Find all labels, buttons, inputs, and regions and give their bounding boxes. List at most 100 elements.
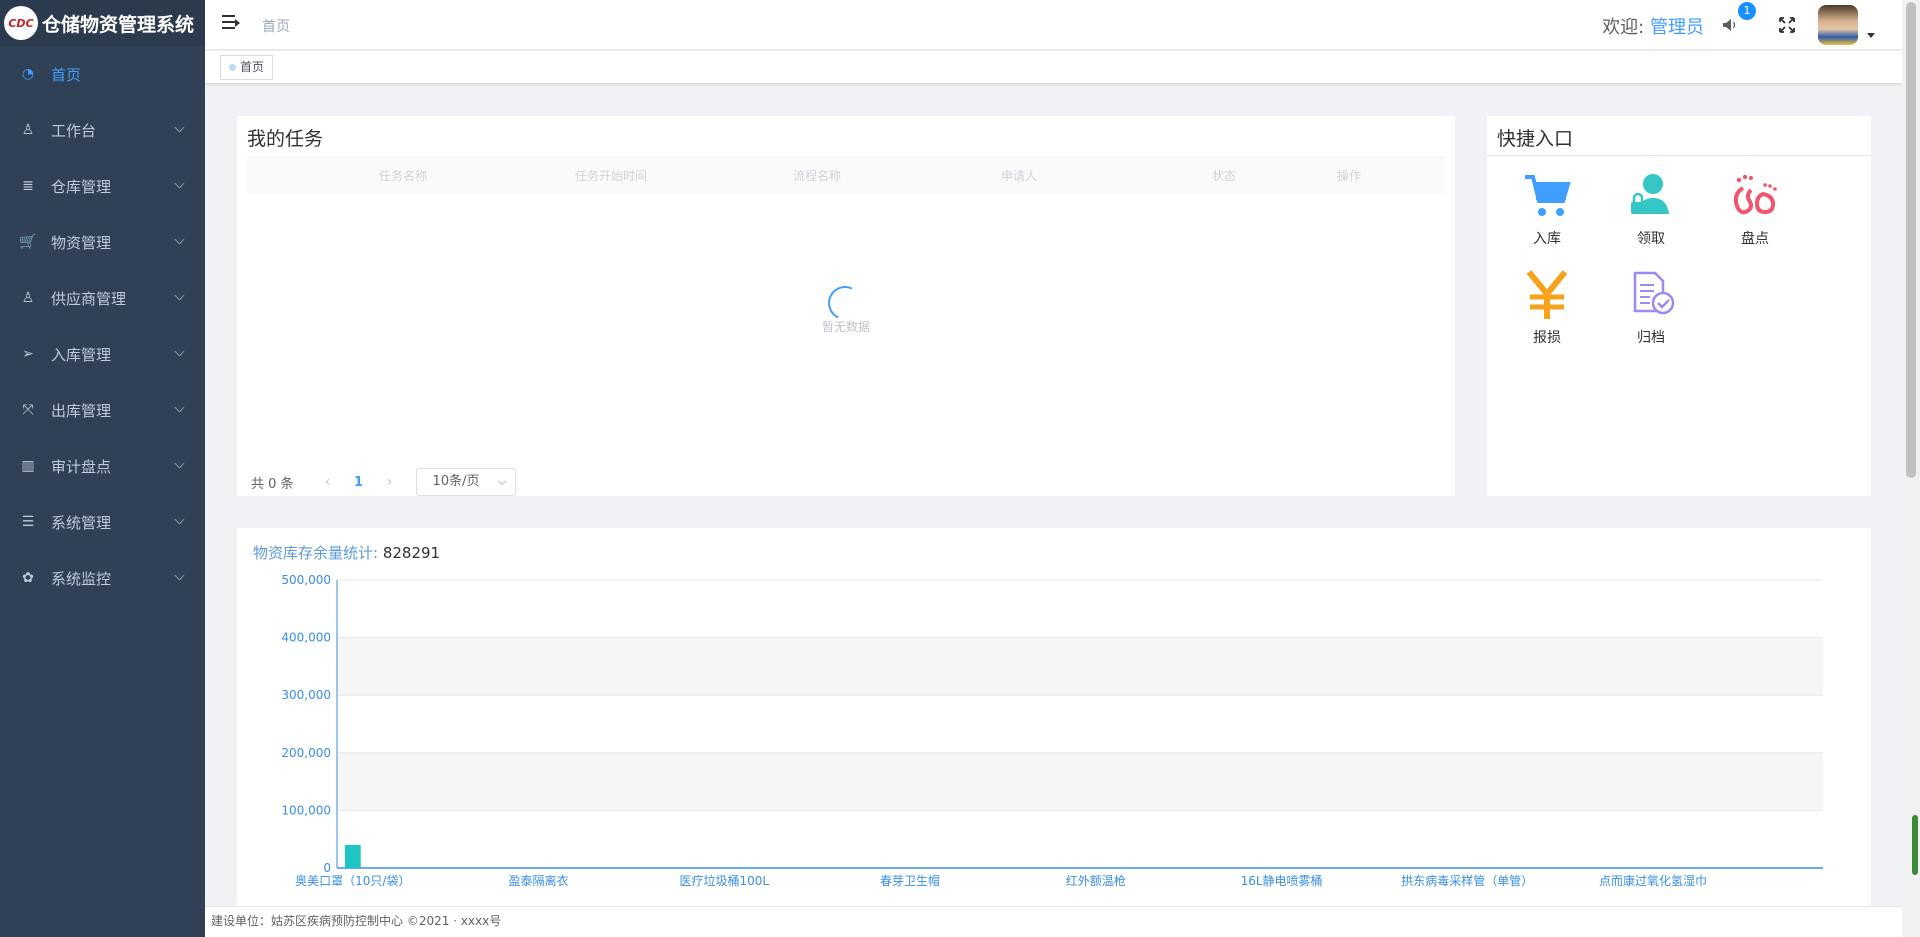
- x-tick-label: 盈泰隔离衣: [509, 873, 569, 888]
- sidebar-item-label: 物资管理: [51, 233, 112, 252]
- send-icon: ➢: [22, 346, 34, 362]
- quick-inventory-check[interactable]: 盘点: [1715, 170, 1795, 248]
- sidebar: CDC 仓储物资管理系统 ◔ 首页 ♙ 工作台 ≣ 仓库管理 🛒 物资管理 ♙ 供应商管理 ➢ 入库管…: [0, 0, 205, 937]
- grid-band: [337, 752, 1823, 811]
- y-tick-label: 400,000: [281, 631, 331, 645]
- avatar[interactable]: [1818, 5, 1858, 45]
- prev-page-icon[interactable]: ‹: [314, 474, 342, 490]
- gear-icon: ✿: [22, 570, 34, 586]
- page-scrollbar[interactable]: [1902, 0, 1920, 937]
- quick-archive[interactable]: 归档: [1611, 269, 1691, 347]
- sidebar-item-0[interactable]: ◔ 首页: [0, 46, 205, 102]
- sidebar-item-6[interactable]: ⤧ 出库管理: [0, 382, 205, 438]
- sidebar-item-4[interactable]: ♙ 供应商管理: [0, 270, 205, 326]
- footer: 建设单位：姑苏区疾病预防控制中心 ©2021 · xxxx号: [205, 906, 1902, 937]
- next-page-icon[interactable]: ›: [376, 474, 404, 490]
- chevron-down-icon: [174, 514, 185, 525]
- y-tick-label: 100,000: [281, 803, 331, 817]
- sidebar-item-label: 首页: [51, 65, 82, 84]
- logo[interactable]: CDC 仓储物资管理系统: [0, 0, 205, 46]
- sidebar-item-label: 系统监控: [51, 569, 112, 588]
- y-tick-label: 500,000: [281, 573, 331, 587]
- chevron-down-icon: [174, 178, 185, 189]
- y-tick-label: 0: [323, 861, 331, 875]
- quick-inbound-label: 入库: [1533, 231, 1561, 247]
- fullscreen-icon[interactable]: [1778, 16, 1796, 34]
- yen-icon: [1526, 270, 1568, 319]
- speaker-notification-icon[interactable]: [1721, 16, 1739, 34]
- inventory-bar-chart: 0 100,000 200,000 300,000 400,000 500,000 奥美口罩…: [281, 573, 1823, 888]
- expand-icon: ⤧: [22, 402, 34, 418]
- sidebar-item-5[interactable]: ➢ 入库管理: [0, 326, 205, 382]
- divider: [1487, 155, 1871, 156]
- bar[interactable]: [344, 844, 361, 868]
- sidebar-item-1[interactable]: ♙ 工作台: [0, 102, 205, 158]
- page-number[interactable]: 1: [342, 475, 376, 490]
- quick-inbound[interactable]: 入库: [1507, 170, 1587, 248]
- my-tasks-title: 我的任务: [247, 128, 324, 150]
- chevron-down-icon: [174, 346, 185, 357]
- username-link[interactable]: 管理员: [1650, 17, 1704, 38]
- list-icon: ☰: [21, 514, 35, 530]
- chart-title: 物资库存余量统计: 828291: [253, 542, 440, 563]
- col-task-name: 任务名称: [379, 169, 428, 183]
- navbar: 首页 欢迎: 管理员 1: [205, 0, 1902, 50]
- book-icon: ▥: [21, 458, 35, 474]
- chevron-down-icon: [174, 234, 185, 245]
- user-desk-icon: ♙: [21, 122, 35, 138]
- col-actions: 操作: [1337, 169, 1362, 183]
- chevron-down-icon: [174, 290, 185, 301]
- sidebar-item-2[interactable]: ≣ 仓库管理: [0, 158, 205, 214]
- welcome-prefix: 欢迎:: [1602, 17, 1645, 38]
- quick-claim[interactable]: 领取: [1611, 170, 1691, 248]
- tags-view: 首页: [205, 51, 1902, 84]
- supplier-icon: ♙: [21, 290, 35, 306]
- tag-home[interactable]: 首页: [220, 55, 274, 80]
- breadcrumb[interactable]: 首页: [262, 16, 290, 36]
- chevron-down-icon: [174, 458, 185, 469]
- col-start-time: 任务开始时间: [575, 169, 648, 183]
- chart-title-label: 物资库存余量统计:: [253, 544, 379, 562]
- x-tick-label: 点而康过氧化氢湿巾: [1599, 873, 1707, 888]
- col-applicant: 申请人: [1001, 169, 1038, 183]
- app-title: 仓储物资管理系统: [42, 13, 195, 36]
- x-tick-label: 16L静电喷雾桶: [1241, 873, 1323, 888]
- sidebar-item-label: 仓库管理: [51, 177, 112, 196]
- sidebar-item-label: 供应商管理: [51, 289, 127, 308]
- page-size-value: 10条/页: [432, 474, 480, 489]
- sidebar-item-9[interactable]: ✿ 系统监控: [0, 550, 205, 606]
- page-size-select[interactable]: 10条/页: [415, 468, 516, 496]
- logo-mark: CDC: [4, 6, 38, 40]
- sidebar-item-3[interactable]: 🛒 物资管理: [0, 214, 205, 270]
- scrollbar-thumb[interactable]: [1906, 2, 1916, 478]
- dashboard-icon: ◔: [21, 66, 35, 82]
- sidebar-item-label: 工作台: [51, 121, 97, 140]
- sidebar-item-label: 系统管理: [51, 513, 112, 532]
- cart-icon: [1525, 175, 1571, 216]
- quick-damage-report[interactable]: 报损: [1507, 269, 1587, 347]
- chevron-down-icon: [174, 570, 185, 581]
- database-icon: ≣: [22, 178, 34, 194]
- inventory-stats-panel: 物资库存余量统计: 828291 0 100,000 200,000 300,000 4…: [237, 528, 1871, 908]
- col-process-name: 流程名称: [793, 169, 842, 183]
- cart-icon: 🛒: [19, 234, 37, 250]
- x-tick-label: 红外额温枪: [1066, 873, 1126, 888]
- document-check-icon: [1633, 271, 1675, 315]
- caret-down-icon[interactable]: [1867, 33, 1875, 38]
- pagination: 共 0 条 ‹ 1 › 10条/页: [251, 468, 516, 496]
- task-table-header: 任务名称 任务开始时间 流程名称 申请人 状态 操作: [247, 156, 1445, 194]
- my-tasks-panel: 我的任务 任务名称 任务开始时间 流程名称 申请人 状态 操作 暂无数据 共 0…: [237, 116, 1455, 496]
- chevron-down-icon: [174, 402, 185, 413]
- sidebar-item-7[interactable]: ▥ 审计盘点: [0, 438, 205, 494]
- person-lock-icon: [1631, 174, 1669, 214]
- sidebar-item-label: 审计盘点: [51, 457, 112, 476]
- quick-entry-title: 快捷入口: [1497, 128, 1574, 150]
- col-status: 状态: [1212, 169, 1237, 183]
- tag-dot-icon: [229, 64, 236, 71]
- sidebar-item-label: 出库管理: [51, 401, 112, 420]
- sidebar-item-8[interactable]: ☰ 系统管理: [0, 494, 205, 550]
- hamburger-icon[interactable]: [222, 15, 240, 33]
- quick-archive-label: 归档: [1637, 330, 1665, 346]
- sidebar-item-label: 入库管理: [51, 345, 112, 364]
- x-tick-label: 拱东病毒采样管（单管）: [1401, 873, 1533, 888]
